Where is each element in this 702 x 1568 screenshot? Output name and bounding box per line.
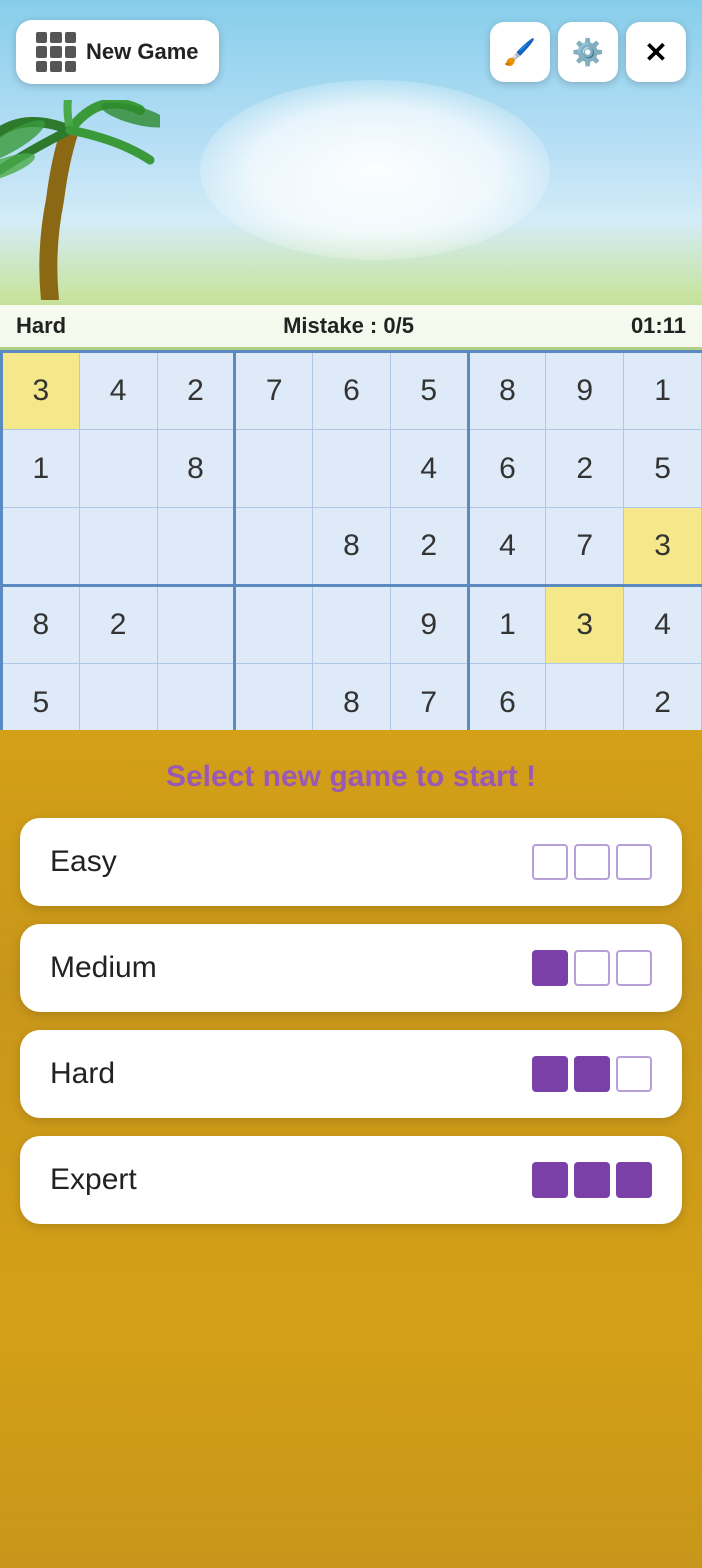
- sudoku-cell[interactable]: 8: [468, 352, 546, 430]
- difficulty-option-hard[interactable]: Hard: [20, 1030, 682, 1118]
- sudoku-cell[interactable]: [157, 508, 235, 586]
- difficulty-label: Medium: [50, 951, 157, 985]
- difficulty-bar: [532, 1162, 568, 1198]
- difficulty-bar: [574, 950, 610, 986]
- sudoku-cell[interactable]: 4: [624, 586, 702, 664]
- difficulty-label: Expert: [50, 1163, 137, 1197]
- sudoku-cell[interactable]: 2: [546, 430, 624, 508]
- difficulty-label: Easy: [50, 845, 117, 879]
- sudoku-cell[interactable]: 7: [235, 352, 313, 430]
- difficulty-bars: [532, 844, 652, 880]
- sudoku-cell[interactable]: 8: [157, 430, 235, 508]
- sudoku-cell[interactable]: 9: [390, 586, 468, 664]
- sudoku-cell[interactable]: 8: [2, 586, 80, 664]
- difficulty-bars: [532, 1162, 652, 1198]
- difficulty-label: Hard: [50, 1057, 115, 1091]
- sudoku-cell[interactable]: [2, 508, 80, 586]
- cloud-decoration: [200, 80, 550, 260]
- sudoku-table: 3427658911846258247382913458762: [0, 350, 702, 742]
- sudoku-cell[interactable]: [79, 430, 157, 508]
- sudoku-cell[interactable]: 1: [468, 586, 546, 664]
- difficulty-bar: [574, 1056, 610, 1092]
- sudoku-cell[interactable]: 6: [468, 430, 546, 508]
- sudoku-cell[interactable]: [235, 430, 313, 508]
- difficulty-bars: [532, 950, 652, 986]
- mistake-counter: Mistake : 0/5: [283, 313, 414, 339]
- sudoku-cell[interactable]: 1: [2, 430, 80, 508]
- settings-button[interactable]: ⚙️: [558, 22, 618, 82]
- difficulty-option-expert[interactable]: Expert: [20, 1136, 682, 1224]
- paint-button[interactable]: 🖌️: [490, 22, 550, 82]
- timer: 01:11: [631, 313, 686, 339]
- difficulty-option-medium[interactable]: Medium: [20, 924, 682, 1012]
- sudoku-cell[interactable]: 3: [2, 352, 80, 430]
- sudoku-cell[interactable]: 1: [624, 352, 702, 430]
- sudoku-cell[interactable]: 4: [79, 352, 157, 430]
- difficulty-bar: [532, 1056, 568, 1092]
- gear-icon: ⚙️: [572, 37, 604, 68]
- new-game-label: New Game: [86, 39, 199, 65]
- difficulty-label: Hard: [16, 313, 66, 339]
- sudoku-cell[interactable]: 5: [390, 352, 468, 430]
- difficulty-overlay: Select new game to start ! Easy Medium Har…: [0, 730, 702, 1568]
- sudoku-cell[interactable]: [313, 586, 391, 664]
- header-actions: 🖌️ ⚙️ ✕: [490, 22, 686, 82]
- difficulty-bar: [574, 844, 610, 880]
- close-icon: ✕: [644, 36, 667, 69]
- status-bar: Hard Mistake : 0/5 01:11: [0, 305, 702, 347]
- sudoku-cell[interactable]: [79, 508, 157, 586]
- sudoku-cell[interactable]: 4: [390, 430, 468, 508]
- grid-icon: [36, 32, 76, 72]
- difficulty-bar: [616, 1056, 652, 1092]
- sudoku-cell[interactable]: 4: [468, 508, 546, 586]
- sudoku-cell[interactable]: 5: [624, 430, 702, 508]
- palm-decoration: [0, 100, 160, 300]
- difficulty-bars: [532, 1056, 652, 1092]
- sudoku-cell[interactable]: [157, 586, 235, 664]
- difficulty-bar: [574, 1162, 610, 1198]
- sudoku-cell[interactable]: 2: [157, 352, 235, 430]
- sudoku-grid-area: 3427658911846258247382913458762: [0, 350, 702, 742]
- difficulty-bar: [616, 1162, 652, 1198]
- difficulty-bar: [616, 844, 652, 880]
- sudoku-cell[interactable]: [235, 586, 313, 664]
- difficulty-bar: [532, 844, 568, 880]
- sudoku-cell[interactable]: 8: [313, 508, 391, 586]
- difficulty-option-easy[interactable]: Easy: [20, 818, 682, 906]
- sudoku-cell[interactable]: 7: [546, 508, 624, 586]
- sudoku-cell[interactable]: 6: [313, 352, 391, 430]
- select-prompt: Select new game to start !: [166, 760, 536, 794]
- paint-icon: 🖌️: [504, 37, 536, 68]
- new-game-button[interactable]: New Game: [16, 20, 219, 84]
- sudoku-cell[interactable]: [235, 508, 313, 586]
- sudoku-cell[interactable]: 2: [79, 586, 157, 664]
- sudoku-cell[interactable]: 2: [390, 508, 468, 586]
- sudoku-cell[interactable]: [313, 430, 391, 508]
- close-button[interactable]: ✕: [626, 22, 686, 82]
- sudoku-cell[interactable]: 3: [624, 508, 702, 586]
- sudoku-cell[interactable]: 3: [546, 586, 624, 664]
- difficulty-bar: [532, 950, 568, 986]
- sudoku-cell[interactable]: 9: [546, 352, 624, 430]
- difficulty-bar: [616, 950, 652, 986]
- header: New Game 🖌️ ⚙️ ✕: [0, 20, 702, 84]
